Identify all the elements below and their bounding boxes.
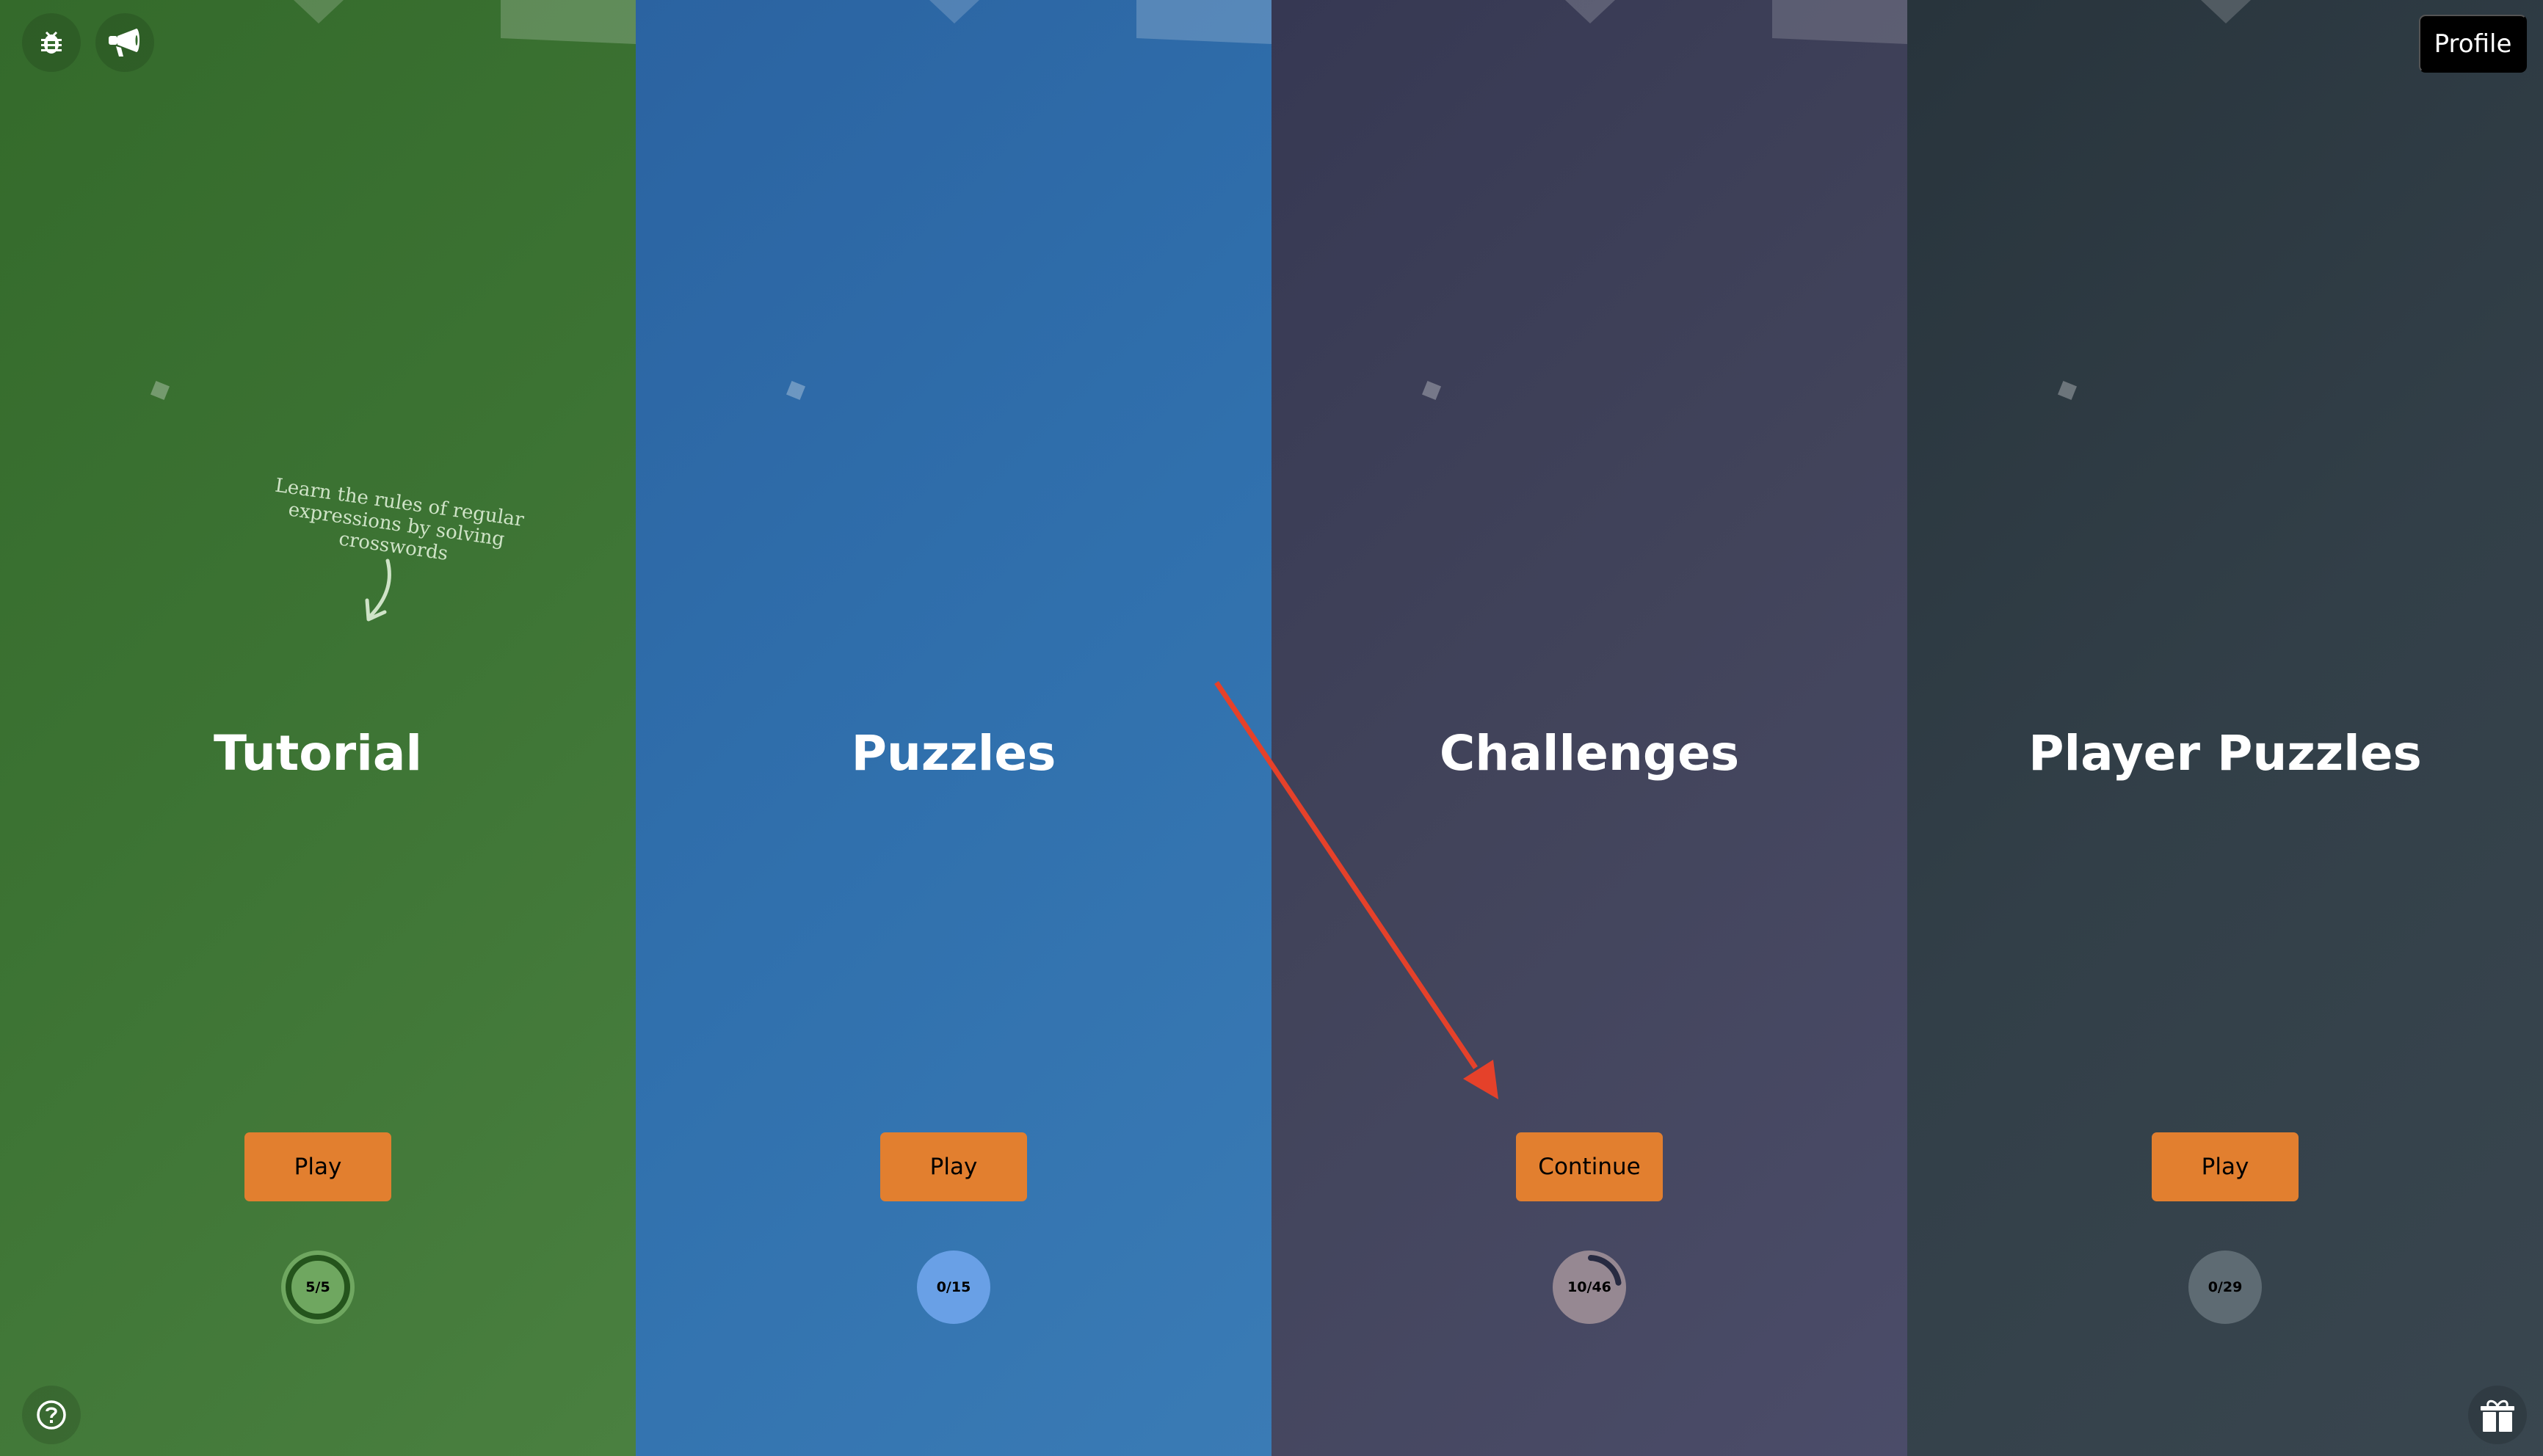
progress-text: 0/29 [2208, 1279, 2243, 1295]
panel-tutorial: Learn the rules of regular expressions b… [0, 0, 636, 1456]
challenges-continue-button[interactable]: Continue [1516, 1132, 1663, 1201]
gift-button[interactable] [2468, 1386, 2527, 1444]
challenges-progress-badge: 10/46 [1553, 1251, 1626, 1324]
panel-title: Challenges [1439, 725, 1740, 782]
decorative-rectangle [1772, 0, 1907, 45]
tutorial-play-button[interactable]: Play [244, 1132, 391, 1201]
help-icon [37, 1400, 66, 1430]
decorative-triangle [2201, 0, 2251, 23]
panel-title: Puzzles [851, 725, 1056, 782]
puzzles-progress-badge: 0/15 [917, 1251, 990, 1324]
progress-text: 5/5 [305, 1279, 330, 1295]
puzzles-play-button[interactable]: Play [880, 1132, 1027, 1201]
panel-player-puzzles: Player Puzzles Play 0/29 [1907, 0, 2543, 1456]
bug-icon [41, 31, 62, 54]
decorative-rectangle [1136, 0, 1272, 45]
panel-title: Player Puzzles [2028, 725, 2422, 782]
announcements-button[interactable] [95, 13, 154, 72]
progress-text: 10/46 [1567, 1279, 1611, 1295]
panel-puzzles: Puzzles Play 0/15 [636, 0, 1272, 1456]
decorative-square [786, 380, 806, 401]
mode-panels: Learn the rules of regular expressions b… [0, 0, 2543, 1456]
help-button[interactable] [22, 1386, 81, 1444]
panel-title: Tutorial [214, 725, 422, 782]
tutorial-progress-badge: 5/5 [281, 1251, 355, 1324]
report-bug-button[interactable] [22, 13, 81, 72]
panel-challenges: Challenges Continue 10/46 [1272, 0, 1907, 1456]
decorative-triangle [294, 0, 344, 23]
decorative-square [150, 380, 170, 401]
decorative-rectangle [501, 0, 636, 45]
profile-button[interactable]: Profile [2419, 15, 2527, 73]
progress-text: 0/15 [936, 1279, 971, 1295]
player-puzzles-progress-badge: 0/29 [2188, 1251, 2262, 1324]
decorative-square [2057, 380, 2078, 401]
decorative-triangle [1565, 0, 1615, 23]
decorative-triangle [929, 0, 979, 23]
player-puzzles-play-button[interactable]: Play [2152, 1132, 2299, 1201]
gift-icon [2481, 1399, 2514, 1432]
megaphone-icon [109, 29, 139, 57]
decorative-square [1421, 380, 1442, 401]
hint-arrow-icon [365, 558, 391, 622]
